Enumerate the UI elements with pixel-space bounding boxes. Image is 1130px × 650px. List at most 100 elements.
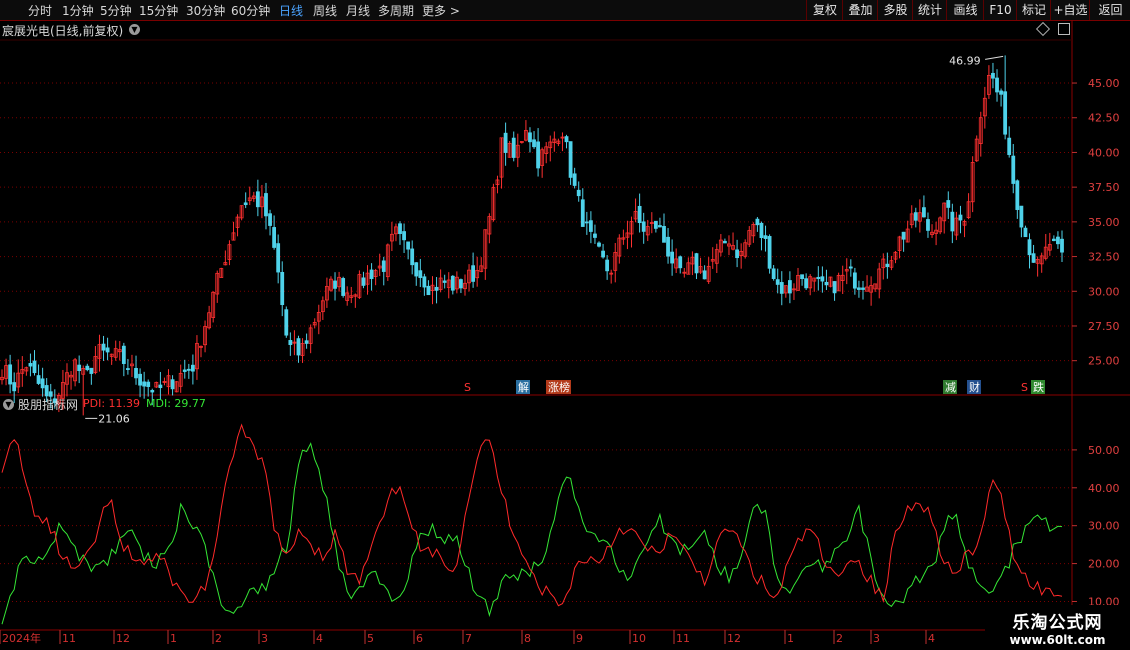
- candle-body: [763, 235, 768, 239]
- site-watermark: 乐淘公式网 www.60lt.com: [985, 605, 1130, 650]
- candle-body: [991, 72, 995, 79]
- date-label: 2: [215, 632, 222, 645]
- candle-body: [471, 265, 476, 282]
- candle-body: [852, 272, 857, 289]
- event-badge: 跌: [1033, 380, 1044, 394]
- candle-body: [999, 90, 1003, 95]
- candle-body: [40, 378, 45, 389]
- indicator-axis-label: 30.00: [1088, 520, 1120, 533]
- candle-body: [528, 132, 532, 143]
- indicator-axis-label: 40.00: [1088, 482, 1120, 495]
- candle-body: [1031, 253, 1036, 263]
- candle-body: [588, 220, 593, 232]
- candle-body: [779, 282, 784, 294]
- candle-body: [787, 280, 792, 294]
- candle-body: [1011, 155, 1016, 184]
- candle-body: [848, 266, 853, 269]
- candle-body: [666, 236, 670, 257]
- date-label: 11: [676, 632, 690, 645]
- candle-body: [414, 262, 419, 277]
- candle-body: [459, 279, 463, 289]
- price-axis-label: 27.50: [1088, 320, 1120, 333]
- candle-body: [995, 77, 999, 93]
- candle-body: [832, 281, 837, 294]
- candle-body: [678, 256, 683, 269]
- candle-body: [1060, 238, 1064, 253]
- candle-body: [361, 277, 366, 286]
- candle-body: [564, 136, 569, 143]
- price-axis-label: 45.00: [1088, 77, 1120, 90]
- candle-body: [255, 191, 260, 208]
- candle-body: [775, 279, 780, 285]
- candle-body: [1027, 239, 1032, 256]
- candle-body: [702, 270, 707, 280]
- date-label: 2024年: [2, 631, 41, 645]
- candle-body: [922, 207, 926, 218]
- candle-body: [442, 280, 447, 283]
- candles-group: [0, 55, 1064, 416]
- candle-body: [44, 385, 49, 397]
- candle-body: [410, 248, 415, 266]
- candle-body: [532, 139, 536, 148]
- candle-body: [333, 280, 337, 289]
- candle-body: [536, 141, 540, 169]
- date-label: 3: [873, 632, 880, 645]
- candle-body: [426, 285, 431, 296]
- candle-body: [601, 250, 605, 258]
- candle-body: [36, 375, 41, 384]
- candle-body: [861, 287, 865, 290]
- price-axis-label: 35.00: [1088, 216, 1120, 229]
- candle-body: [28, 363, 33, 367]
- candle-body: [406, 241, 411, 250]
- candle-body: [1015, 180, 1020, 210]
- indicator-dropdown-icon[interactable]: ▼: [3, 399, 14, 410]
- candle-body: [32, 360, 37, 374]
- candle-body: [288, 340, 293, 345]
- candle-body: [268, 213, 272, 226]
- candle-body: [584, 221, 589, 224]
- high-price-label: 46.99: [949, 54, 981, 67]
- candle-body: [243, 202, 248, 206]
- event-badge: 涨榜: [548, 380, 570, 394]
- candle-body: [272, 227, 277, 248]
- date-label: 4: [316, 632, 323, 645]
- candle-body: [637, 205, 642, 224]
- event-badge: 减: [945, 381, 956, 394]
- price-axis-label: 40.00: [1088, 146, 1120, 159]
- candle-body: [398, 223, 402, 234]
- candle-body: [170, 379, 175, 390]
- candle-body: [694, 253, 699, 274]
- candle-body: [662, 225, 666, 243]
- date-label: 9: [576, 632, 583, 645]
- candle-body: [304, 340, 309, 344]
- candle-body: [723, 240, 727, 244]
- candle-body: [771, 268, 776, 279]
- candle-body: [1051, 238, 1056, 242]
- event-badge: 财: [969, 380, 980, 394]
- candle-body: [950, 211, 955, 232]
- indicator-axis-label: 50.00: [1088, 444, 1120, 457]
- mdi-line: [1, 442, 1063, 625]
- candle-body: [568, 141, 573, 178]
- date-label: 1: [787, 632, 794, 645]
- candle-body: [142, 381, 147, 387]
- candle-body: [182, 369, 187, 372]
- candle-body: [418, 270, 423, 278]
- candle-body: [186, 368, 191, 371]
- candle-body: [85, 365, 90, 371]
- candle-body: [885, 263, 890, 268]
- candle-body: [264, 193, 268, 217]
- date-label: 2: [836, 632, 843, 645]
- candle-body: [402, 231, 406, 241]
- low-price-label: 21.06: [98, 412, 129, 425]
- date-label: 4: [928, 632, 935, 645]
- pdi-line: [1, 423, 1063, 607]
- date-label: 7: [465, 632, 472, 645]
- candle-body: [605, 259, 610, 272]
- candle-body: [12, 382, 17, 392]
- candle-body: [158, 384, 163, 389]
- candle-body: [759, 222, 764, 239]
- candle-body: [857, 287, 861, 290]
- candle-body: [503, 132, 508, 153]
- candle-body: [134, 368, 138, 379]
